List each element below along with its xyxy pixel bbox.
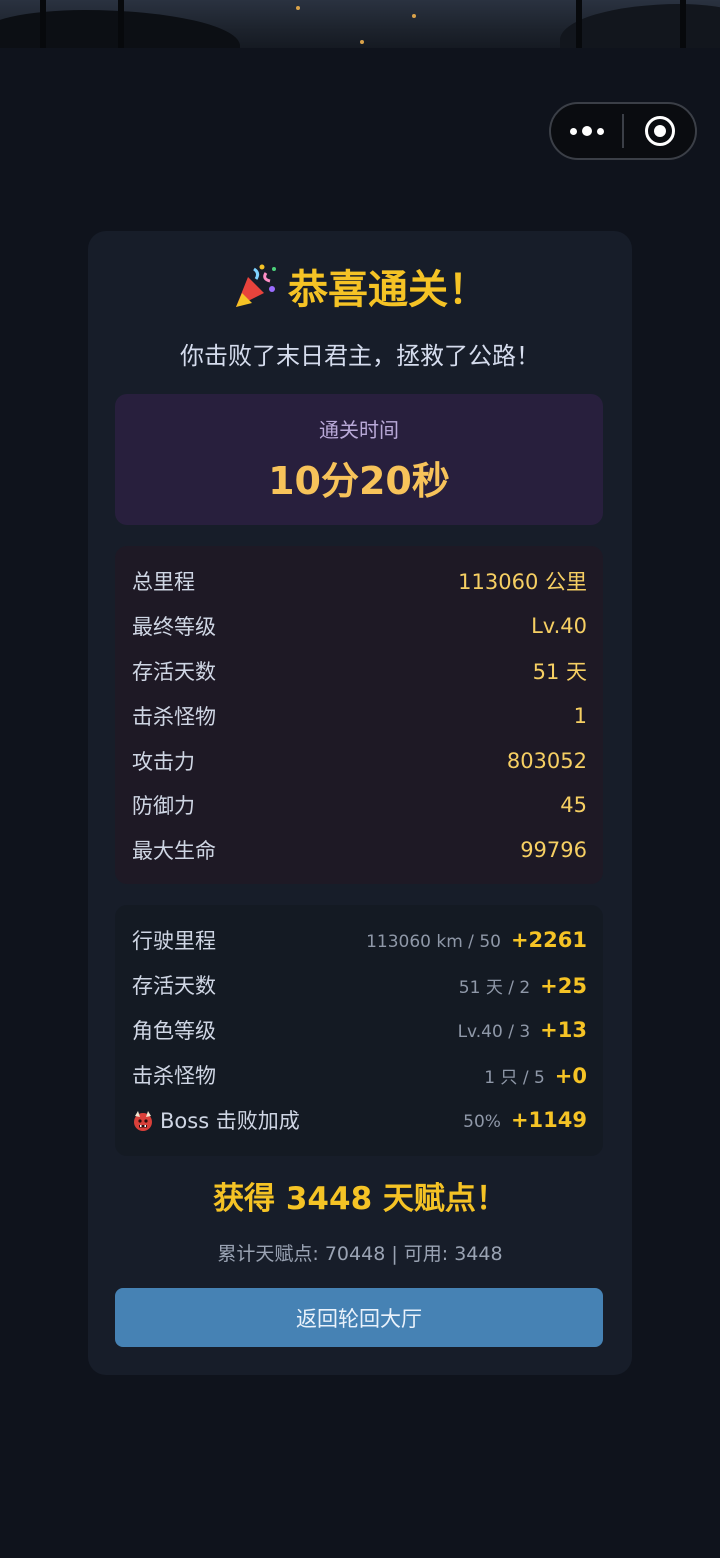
reward-label-boss: Boss 击败加成	[132, 1105, 300, 1135]
stat-row: 击杀怪物 1	[132, 699, 587, 733]
stat-value: Lv.40	[531, 614, 587, 638]
reward-bonus: +2261	[510, 928, 587, 952]
stat-label: 击杀怪物	[132, 705, 216, 729]
stat-value: 1	[573, 704, 587, 728]
more-dots-icon[interactable]	[551, 104, 622, 158]
result-title-text: 恭喜通关！	[288, 267, 488, 313]
reward-calc: 50%	[463, 1112, 501, 1132]
clear-time-value: 10分20秒	[268, 459, 450, 503]
reward-row: 存活天数 51 天 / 2 +25	[132, 968, 587, 1002]
stat-row: 防御力 45	[132, 788, 587, 822]
stat-row: 总里程 113060 公里	[132, 564, 587, 598]
reward-calc: 113060 km / 50	[366, 932, 501, 952]
reward-row: 击杀怪物 1 只 / 5 +0	[132, 1058, 587, 1092]
reward-calc: 1 只 / 5	[484, 1067, 545, 1088]
stat-row: 攻击力 803052	[132, 744, 587, 778]
reward-calc: Lv.40 / 3	[457, 1022, 531, 1042]
stat-label: 防御力	[132, 794, 195, 818]
reward-label: 行驶里程	[132, 929, 216, 953]
result-subtitle: 你击败了末日君主，拯救了公路！	[180, 342, 540, 370]
reward-calc: 51 天 / 2	[458, 977, 531, 998]
stat-label: 最大生命	[132, 839, 216, 863]
stat-label: 总里程	[132, 570, 195, 594]
stats-panel: 总里程 113060 公里 最终等级 Lv.40 存活天数 51 天 击杀怪物 …	[115, 546, 603, 884]
reward-panel: 行驶里程 113060 km / 50 +2261 存活天数 51 天 / 2 +2…	[115, 905, 603, 1156]
clear-time-label: 通关时间	[319, 418, 399, 442]
result-title: 恭喜通关！	[0, 262, 720, 318]
clear-time-panel: 通关时间 10分20秒	[115, 394, 603, 525]
reward-bonus: +25	[540, 973, 587, 998]
mini-program-capsule	[549, 102, 697, 160]
reward-bonus: +1149	[510, 1108, 587, 1132]
reward-label: 击杀怪物	[132, 1064, 216, 1088]
reward-bonus: +0	[554, 1063, 587, 1088]
reward-row: 角色等级 Lv.40 / 3 +13	[132, 1013, 587, 1047]
stat-row: 最大生命 99796	[132, 833, 587, 867]
reward-label: 存活天数	[132, 974, 216, 998]
stat-value: 113060 公里	[458, 570, 587, 594]
stat-label: 存活天数	[132, 660, 216, 684]
reward-label: 角色等级	[132, 1019, 216, 1043]
stat-row: 最终等级 Lv.40	[132, 609, 587, 643]
return-lobby-button[interactable]: 返回轮回大厅	[115, 1288, 603, 1347]
stat-label: 最终等级	[132, 615, 216, 639]
background-image	[0, 0, 720, 48]
reward-label: Boss 击败加成	[160, 1109, 300, 1133]
party-popper-icon	[236, 264, 276, 307]
reward-row: Boss 击败加成 50% +1149	[132, 1103, 587, 1137]
reward-bonus: +13	[540, 1018, 587, 1042]
stat-value: 45	[560, 793, 587, 817]
stat-value: 803052	[506, 749, 587, 773]
stat-row: 存活天数 51 天	[132, 654, 587, 688]
stat-value: 51 天	[532, 660, 587, 684]
target-icon[interactable]	[624, 104, 695, 158]
talent-points-total: 累计天赋点: 70448 | 可用: 3448	[217, 1243, 503, 1265]
stat-value: 99796	[520, 838, 587, 862]
talent-points-gain: 获得 3448 天赋点！	[213, 1181, 507, 1217]
reward-row: 行驶里程 113060 km / 50 +2261	[132, 923, 587, 957]
stat-label: 攻击力	[132, 750, 195, 774]
ogre-icon	[134, 1111, 152, 1131]
